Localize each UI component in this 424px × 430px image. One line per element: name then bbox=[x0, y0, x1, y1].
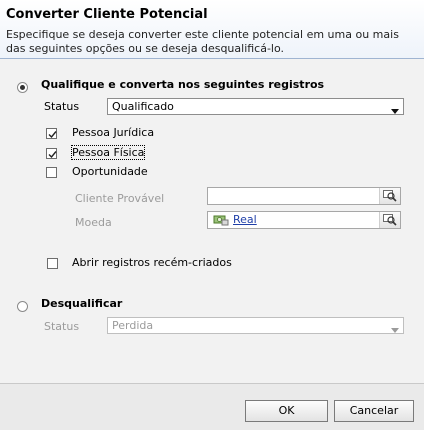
disqualify-status-label: Status bbox=[44, 320, 80, 333]
disqualify-radio[interactable] bbox=[17, 301, 28, 312]
dialog-body: Qualifique e converta nos seguintes regi… bbox=[0, 59, 424, 383]
currency-lookup-button[interactable] bbox=[379, 212, 400, 228]
disqualify-status-select[interactable]: Perdida bbox=[107, 317, 404, 334]
option-label-pessoa-fisica: Pessoa Física bbox=[70, 145, 146, 160]
chevron-down-icon bbox=[391, 104, 399, 117]
potential-customer-label: Cliente Provável bbox=[75, 192, 165, 205]
dialog-title: Converter Cliente Potencial bbox=[6, 7, 208, 22]
checkmark-icon bbox=[48, 131, 57, 139]
qualify-radio[interactable] bbox=[17, 82, 28, 93]
qualify-status-label: Status bbox=[44, 100, 80, 113]
dialog-description: Especifique se deseja converter este cli… bbox=[6, 28, 399, 55]
cancel-button[interactable]: Cancelar bbox=[334, 400, 414, 422]
qualify-status-value: Qualificado bbox=[112, 100, 174, 113]
option-label-oportunidade: Oportunidade bbox=[72, 165, 148, 178]
magnifier-lookup-icon bbox=[383, 190, 397, 202]
potential-customer-lookup-button[interactable] bbox=[379, 188, 400, 204]
open-new-records-label: Abrir registros recém-criados bbox=[72, 256, 232, 269]
checkbox-pessoa-juridica[interactable] bbox=[46, 128, 57, 139]
checkbox-pessoa-fisica[interactable] bbox=[46, 148, 57, 159]
disqualify-label: Desqualificar bbox=[41, 297, 123, 310]
option-label-pessoa-juridica: Pessoa Jurídica bbox=[72, 126, 155, 139]
dialog-footer: OK Cancelar bbox=[0, 383, 424, 430]
ok-button[interactable]: OK bbox=[245, 400, 328, 422]
qualify-label: Qualifique e converta nos seguintes regi… bbox=[41, 78, 325, 91]
checkmark-icon bbox=[48, 151, 57, 159]
magnifier-lookup-icon bbox=[383, 214, 397, 226]
checkbox-open-new-records[interactable] bbox=[47, 258, 58, 269]
currency-record-icon bbox=[213, 214, 229, 229]
currency-lookup[interactable]: Real bbox=[207, 211, 401, 229]
checkbox-oportunidade[interactable] bbox=[46, 167, 57, 178]
qualify-status-select[interactable]: Qualificado bbox=[107, 98, 404, 115]
potential-customer-lookup[interactable] bbox=[207, 187, 401, 205]
chevron-down-icon bbox=[391, 323, 399, 336]
disqualify-status-value: Perdida bbox=[112, 319, 154, 332]
currency-label: Moeda bbox=[75, 216, 112, 229]
currency-value-link[interactable]: Real bbox=[233, 213, 257, 226]
dialog-header: Converter Cliente Potencial Especifique … bbox=[0, 0, 424, 59]
